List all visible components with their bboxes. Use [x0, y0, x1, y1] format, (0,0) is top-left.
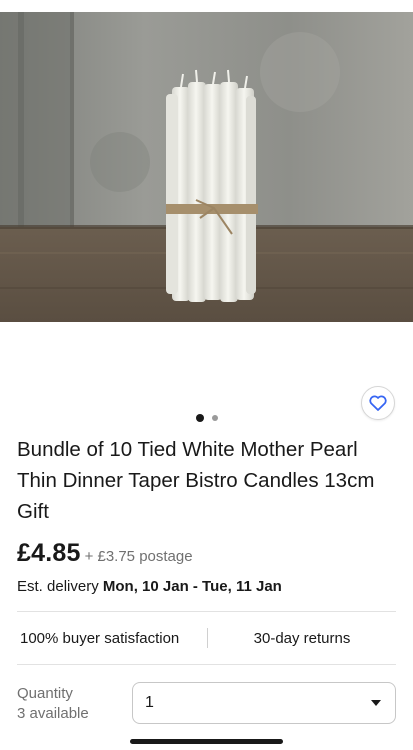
estimated-delivery: Est. delivery Mon, 10 Jan - Tue, 11 Jan — [17, 578, 282, 595]
carousel-dot-1[interactable] — [195, 414, 204, 422]
quantity-label: Quantity — [17, 685, 73, 702]
item-price: £4.85 — [17, 539, 81, 567]
heart-icon — [369, 395, 387, 411]
chevron-down-icon — [371, 700, 381, 706]
product-title: Bundle of 10 Tied White Mother Pearl Thi… — [17, 438, 375, 523]
quantity-available: 3 available — [17, 705, 89, 722]
candle-photo — [0, 12, 413, 322]
delivery-dates: Mon, 10 Jan - Tue, 11 Jan — [102, 578, 282, 595]
divider-bottom — [17, 664, 396, 665]
seller-badges: 100% buyer satisfaction 30-day returns — [17, 612, 396, 664]
price-row: £4.85 + £3.75 postage — [17, 539, 193, 568]
carousel-indicator — [0, 414, 413, 422]
product-image[interactable] — [0, 12, 413, 322]
quantity-selected-value: 1 — [145, 694, 154, 711]
quantity-select[interactable]: 1 — [132, 682, 396, 724]
postage-cost: + £3.75 postage — [84, 548, 193, 565]
delivery-prefix: Est. delivery — [17, 578, 103, 595]
quantity-info: Quantity 3 available — [17, 684, 89, 724]
candles — [166, 69, 258, 302]
returns-badge: 30-day returns — [253, 629, 351, 647]
home-indicator — [130, 739, 283, 744]
buyer-satisfaction-badge: 100% buyer satisfaction — [20, 629, 180, 647]
status-bar-area — [0, 0, 413, 12]
carousel-dot-2[interactable] — [211, 415, 218, 421]
